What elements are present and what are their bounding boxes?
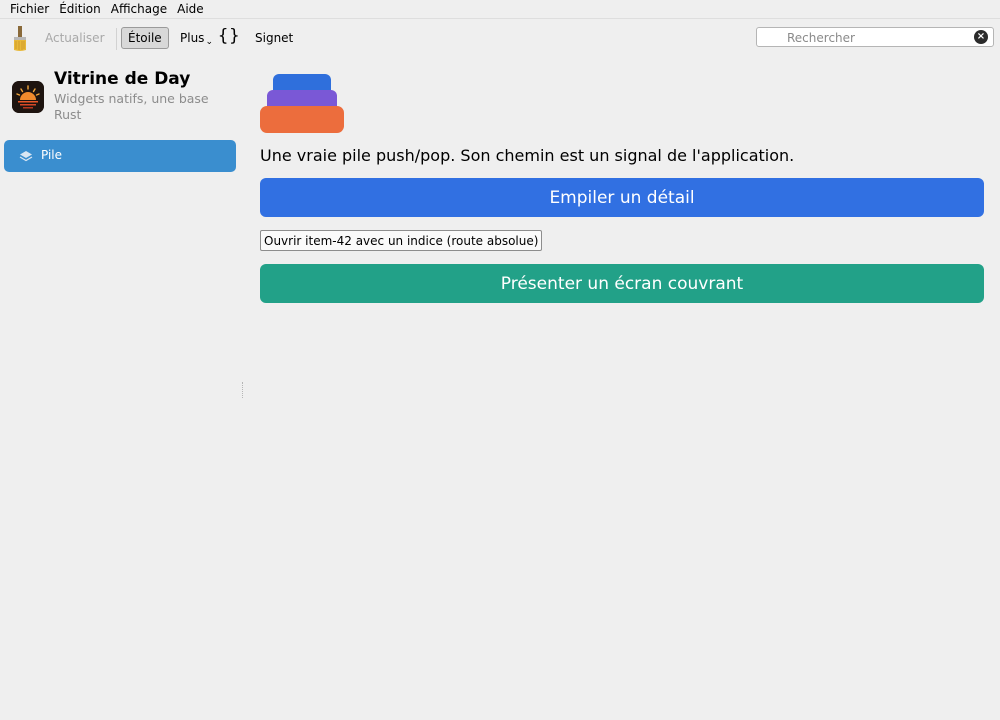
toolbar: Actualiser Étoile Plus⌄ {} Signet ×	[0, 19, 1000, 57]
chevron-down-icon: ⌄	[205, 37, 213, 47]
more-button[interactable]: Plus⌄	[180, 31, 213, 47]
layers-icon	[19, 151, 33, 162]
refresh-button[interactable]: Actualiser	[45, 31, 105, 45]
search-input[interactable]	[785, 29, 969, 47]
search-field[interactable]: ×	[756, 27, 994, 47]
app-title: Vitrine de Day	[54, 69, 191, 89]
menu-affichage[interactable]: Affichage	[106, 0, 172, 18]
menu-fichier[interactable]: Fichier	[0, 0, 54, 18]
more-label: Plus	[180, 31, 205, 45]
page-description: Une vraie pile push/pop. Son chemin est …	[260, 146, 795, 165]
brush-icon[interactable]	[11, 26, 29, 52]
toolbar-separator	[116, 28, 117, 50]
sidebar: Vitrine de Day Widgets natifs, une base …	[0, 58, 242, 720]
sidebar-item-pile[interactable]: Pile	[4, 140, 236, 172]
push-detail-button[interactable]: Empiler un détail	[260, 178, 984, 217]
menu-edition[interactable]: Édition	[54, 0, 106, 18]
sidebar-item-label: Pile	[41, 148, 63, 162]
present-cover-button[interactable]: Présenter un écran couvrant	[260, 264, 984, 303]
menu-bar: Fichier Édition Affichage Aide	[0, 0, 1000, 19]
app-subtitle: Widgets natifs, une base Rust	[54, 91, 209, 122]
clear-search-icon[interactable]: ×	[974, 30, 988, 44]
app-logo-icon	[12, 81, 44, 113]
bookmark-button[interactable]: Signet	[255, 31, 293, 45]
braces-button[interactable]: {}	[218, 26, 240, 46]
menu-aide[interactable]: Aide	[172, 0, 209, 18]
star-button[interactable]: Étoile	[121, 27, 169, 49]
open-item-button[interactable]: Ouvrir item-42 avec un indice (route abs…	[260, 230, 543, 251]
stack-icon	[260, 74, 344, 133]
sidebar-splitter[interactable]	[242, 382, 244, 398]
